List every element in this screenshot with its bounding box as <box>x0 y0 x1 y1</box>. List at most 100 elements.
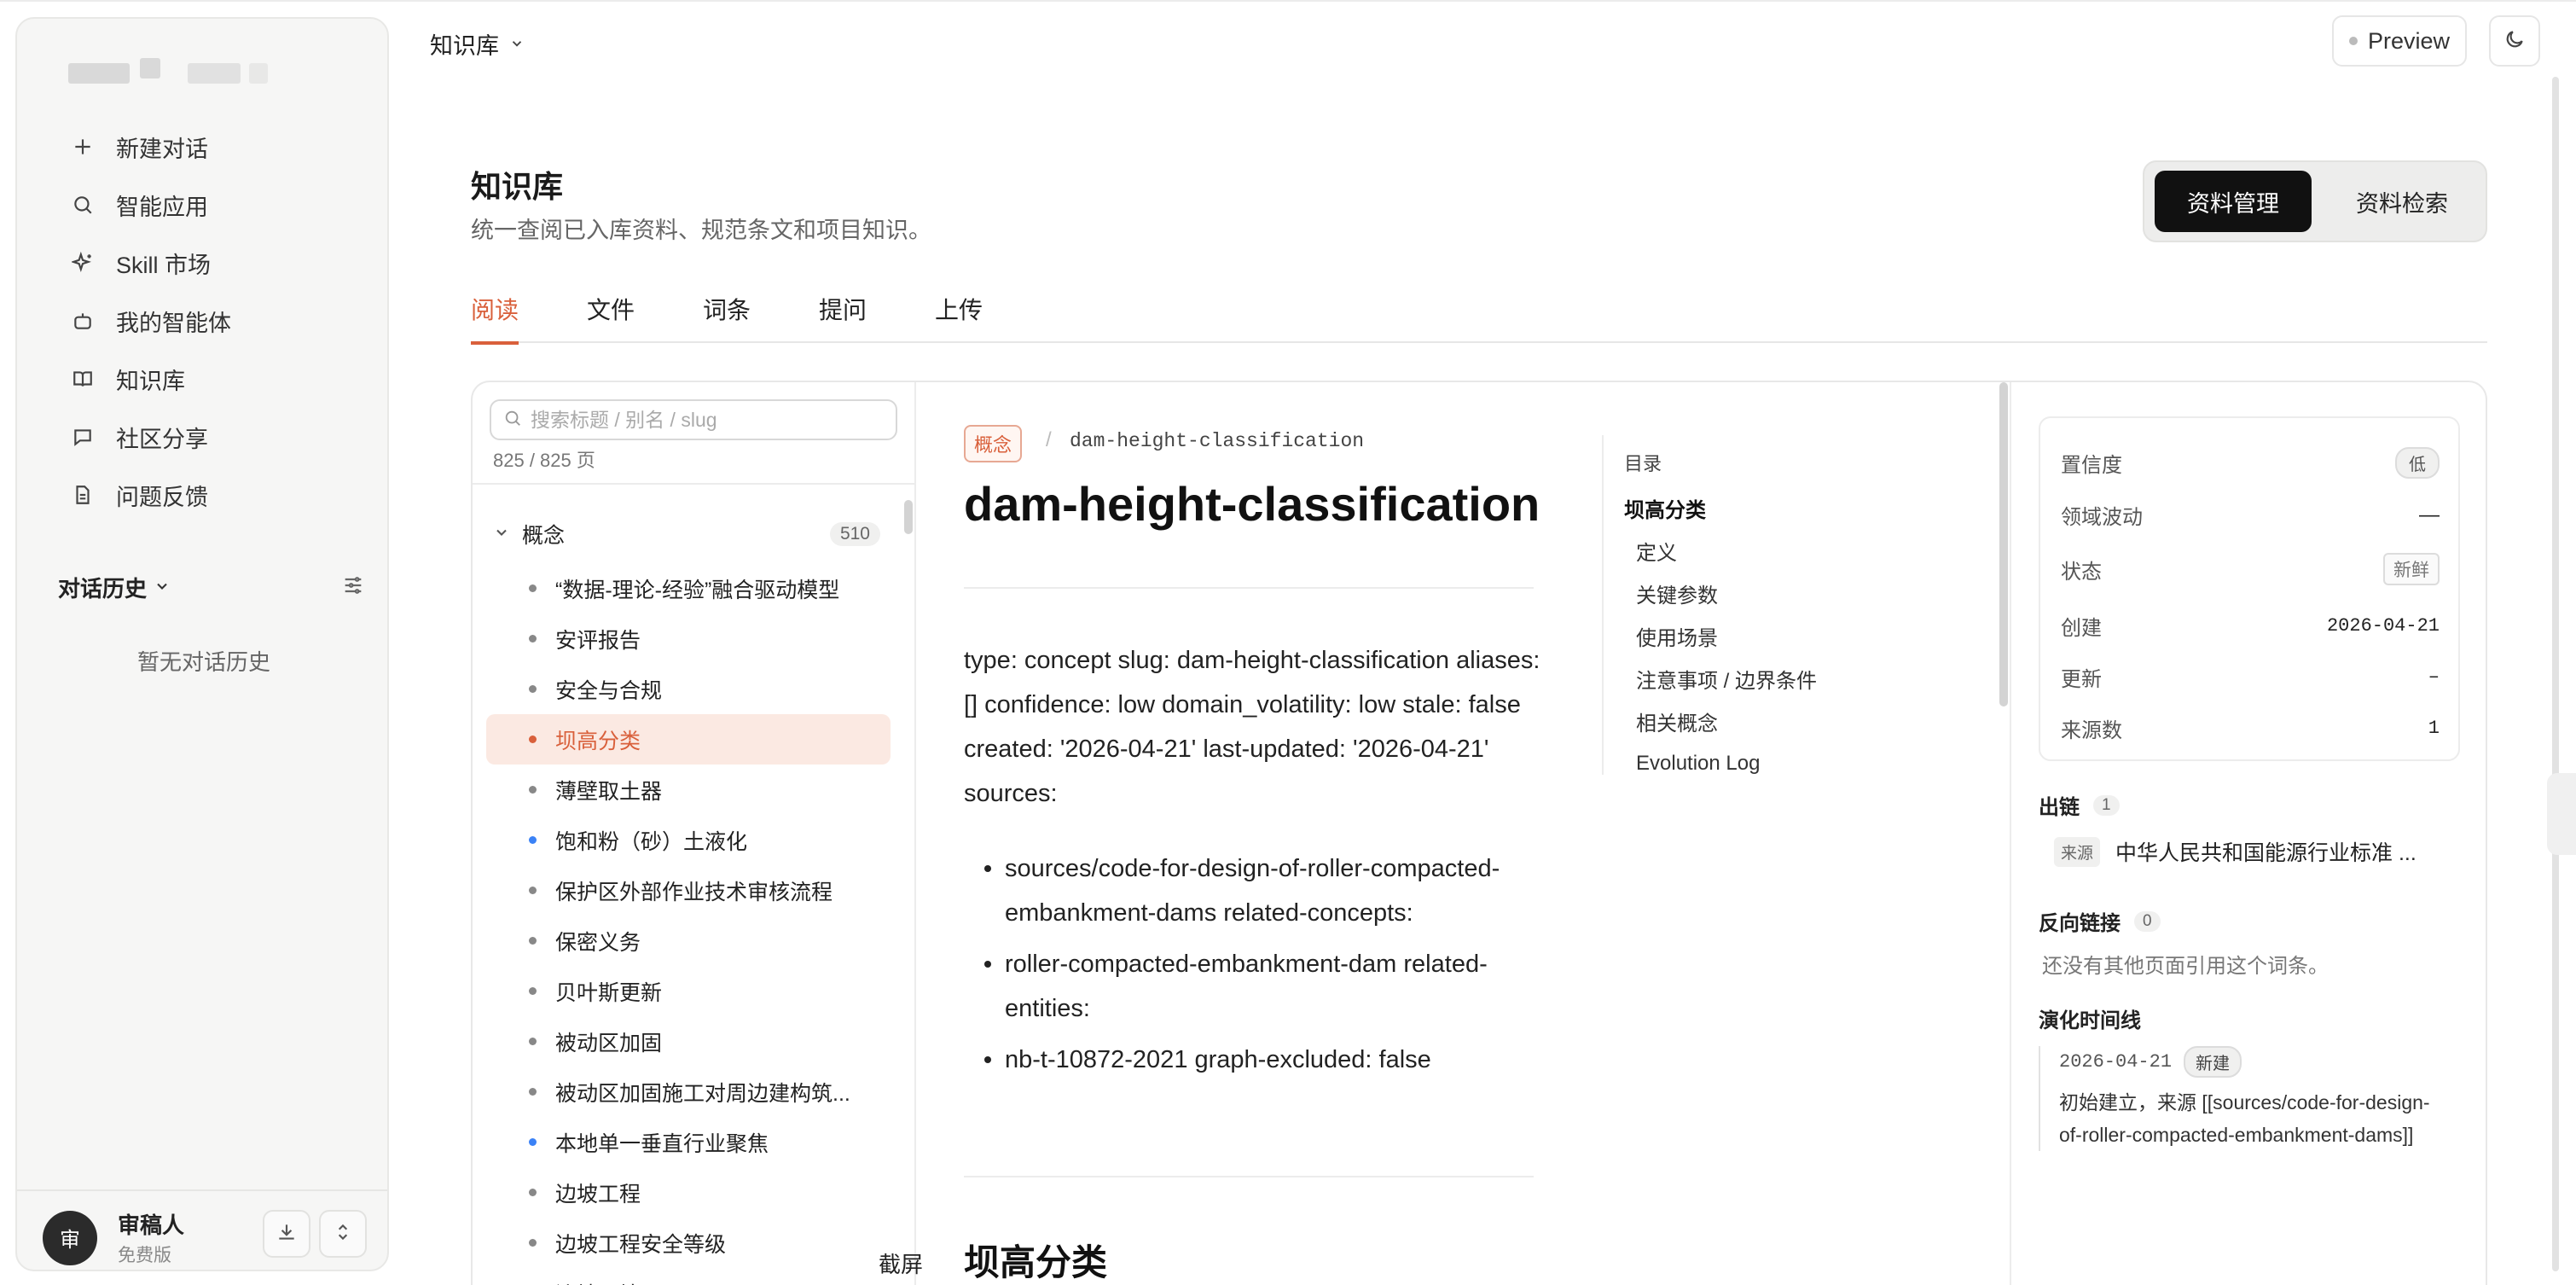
brand-logo[interactable] <box>51 46 290 94</box>
sidebar-item-my-agents[interactable]: 我的智能体 <box>39 292 372 350</box>
list-item-label: 安评报告 <box>555 628 641 653</box>
list-item[interactable]: 安评报告 <box>486 613 891 664</box>
group-concept[interactable]: 概念 510 <box>493 519 880 549</box>
toc-item[interactable]: 注意事项 / 边界条件 <box>1636 657 1952 700</box>
count-badge: 1 <box>2093 794 2120 816</box>
list-item-label: 被动区加固施工对周边建构筑... <box>555 1081 850 1106</box>
timeline-badge: 新建 <box>2184 1046 2242 1078</box>
list-item-active[interactable]: 坝高分类 <box>486 714 891 765</box>
bullet-icon <box>529 1038 537 1045</box>
segment-manage[interactable]: 资料管理 <box>2155 171 2312 232</box>
toc-item[interactable]: Evolution Log <box>1636 742 1952 785</box>
sidebar-item-skill-market[interactable]: Skill 市场 <box>39 234 372 292</box>
list-item-label: 贝叶斯更新 <box>555 980 663 1005</box>
tab-bar: 阅读 文件 词条 提问 上传 <box>471 290 2487 345</box>
list-item[interactable]: 边坡工程 <box>486 1167 891 1218</box>
source-tag: 来源 <box>2054 836 2101 867</box>
history-toggle[interactable]: 对话历史 <box>58 572 171 603</box>
tab-read[interactable]: 阅读 <box>471 292 519 345</box>
side-panel-handle[interactable] <box>2547 773 2576 855</box>
list-item[interactable]: 安全与合规 <box>486 664 891 714</box>
breadcrumb-separator: / <box>1046 428 1052 451</box>
article-scrollbar[interactable] <box>1999 382 2008 706</box>
list-scrollbar[interactable] <box>904 500 913 534</box>
preview-button[interactable]: Preview <box>2332 15 2467 67</box>
bullet-item: sources/code-for-design-of-roller-compac… <box>964 846 1540 935</box>
meta-row-created: 创建 2026-04-21 <box>2061 611 2440 641</box>
meta-label: 领域波动 <box>2061 506 2143 529</box>
download-button[interactable] <box>263 1210 310 1258</box>
list-item-label: 安全与合规 <box>555 678 663 703</box>
meta-label: 来源数 <box>2061 719 2122 742</box>
tab-files[interactable]: 文件 <box>587 292 635 343</box>
toc-item[interactable]: 定义 <box>1636 529 1952 572</box>
list-item-label: 边坡工程安全等级 <box>555 1232 727 1257</box>
outlink-item[interactable]: 来源 中华人民共和国能源行业标准 ... <box>2054 836 2416 867</box>
list-item[interactable]: “数据-理论-经验”融合驱动模型 <box>486 563 891 613</box>
segment-search[interactable]: 资料检索 <box>2324 171 2480 232</box>
toc-item[interactable]: 相关概念 <box>1636 700 1952 742</box>
bullet-icon <box>529 584 537 592</box>
top-border <box>0 0 2576 2</box>
page-scrollbar[interactable] <box>2552 77 2559 1271</box>
bullet-icon <box>529 987 537 995</box>
bullet-icon <box>529 736 537 743</box>
list-item-label: 本地单一垂直行业聚焦 <box>555 1131 769 1156</box>
chevron-updown-icon <box>332 1221 354 1247</box>
list-item[interactable]: 薄壁取土器 <box>486 765 891 815</box>
breadcrumb[interactable]: 知识库 <box>430 27 525 61</box>
search-input[interactable] <box>531 408 889 432</box>
list-item[interactable]: 边坡工程安全等级 <box>486 1218 891 1268</box>
sidebar-item-label: 社区分享 <box>116 426 208 452</box>
list-item[interactable]: 保密义务 <box>486 916 891 966</box>
concept-tag[interactable]: 概念 <box>964 425 1023 462</box>
list-item[interactable]: 边坡环境 <box>486 1268 891 1285</box>
theme-toggle-button[interactable] <box>2489 15 2540 67</box>
toc-item[interactable]: 坝高分类 <box>1624 486 1952 529</box>
list-item[interactable]: 饱和粉（砂）土液化 <box>486 815 891 865</box>
sidebar-item-feedback[interactable]: 问题反馈 <box>39 466 372 524</box>
tab-ask[interactable]: 提问 <box>819 292 867 343</box>
list-item[interactable]: 被动区加固施工对周边建构筑... <box>486 1067 891 1117</box>
list-item-label: 保密义务 <box>555 930 641 955</box>
screenshot-label[interactable]: 截屏 <box>879 1247 923 1279</box>
history-title: 对话历史 <box>58 576 148 602</box>
toc-item[interactable]: 使用场景 <box>1636 614 1952 657</box>
expand-button[interactable] <box>319 1210 367 1258</box>
sidebar-item-label: 我的智能体 <box>116 310 231 336</box>
timeline-text: 初始建立，来源 [[sources/code-for-design-of-rol… <box>2059 1091 2430 1146</box>
list-item[interactable]: 保护区外部作业技术审核流程 <box>486 865 891 916</box>
sidebar-item-apps[interactable]: 智能应用 <box>39 176 372 234</box>
list-item-label: 边坡工程 <box>555 1182 641 1207</box>
article-frontmatter: type: concept slug: dam-height-classific… <box>964 647 1540 807</box>
list-item-label: 薄壁取土器 <box>555 779 663 804</box>
list-item-label: 保护区外部作业技术审核流程 <box>555 880 833 904</box>
meta-value: 1 <box>2428 718 2440 739</box>
sidebar-item-new-chat[interactable]: 新建对话 <box>39 118 372 176</box>
backlinks-header: 反向链接 0 <box>2039 906 2161 936</box>
bullet-icon <box>529 786 537 794</box>
list-item[interactable]: 本地单一垂直行业聚焦 <box>486 1117 891 1167</box>
list-item[interactable]: 贝叶斯更新 <box>486 966 891 1016</box>
bullet-icon <box>529 937 537 945</box>
sidebar-item-label: 智能应用 <box>116 194 208 220</box>
sidebar: 新建对话 智能应用 Skill 市场 我的智能体 知识库 社区分享 问题反馈 对… <box>15 17 389 1271</box>
tab-entries[interactable]: 词条 <box>703 292 751 343</box>
toc-item[interactable]: 关键参数 <box>1636 572 1952 614</box>
outlinks-title: 出链 <box>2039 796 2080 819</box>
reading-panel: 825 / 825 页 概念 510 “数据-理论-经验”融合驱动模型 安评报告… <box>471 381 2487 1285</box>
bullet-icon <box>529 836 537 844</box>
list-item[interactable]: 被动区加固 <box>486 1016 891 1067</box>
meta-label: 状态 <box>2061 560 2102 584</box>
bullet-icon <box>529 635 537 642</box>
chevron-down-icon <box>154 574 171 601</box>
search-box[interactable] <box>490 399 897 440</box>
bullet-icon <box>529 1189 537 1196</box>
bullet-icon <box>529 1239 537 1247</box>
sidebar-item-community[interactable]: 社区分享 <box>39 408 372 466</box>
user-profile[interactable]: 审 审稿人 免费版 <box>43 1208 184 1267</box>
meta-label: 置信度 <box>2061 454 2122 477</box>
filter-icon[interactable] <box>341 573 365 602</box>
tab-upload[interactable]: 上传 <box>935 292 983 343</box>
sidebar-item-knowledge-base[interactable]: 知识库 <box>39 350 372 408</box>
